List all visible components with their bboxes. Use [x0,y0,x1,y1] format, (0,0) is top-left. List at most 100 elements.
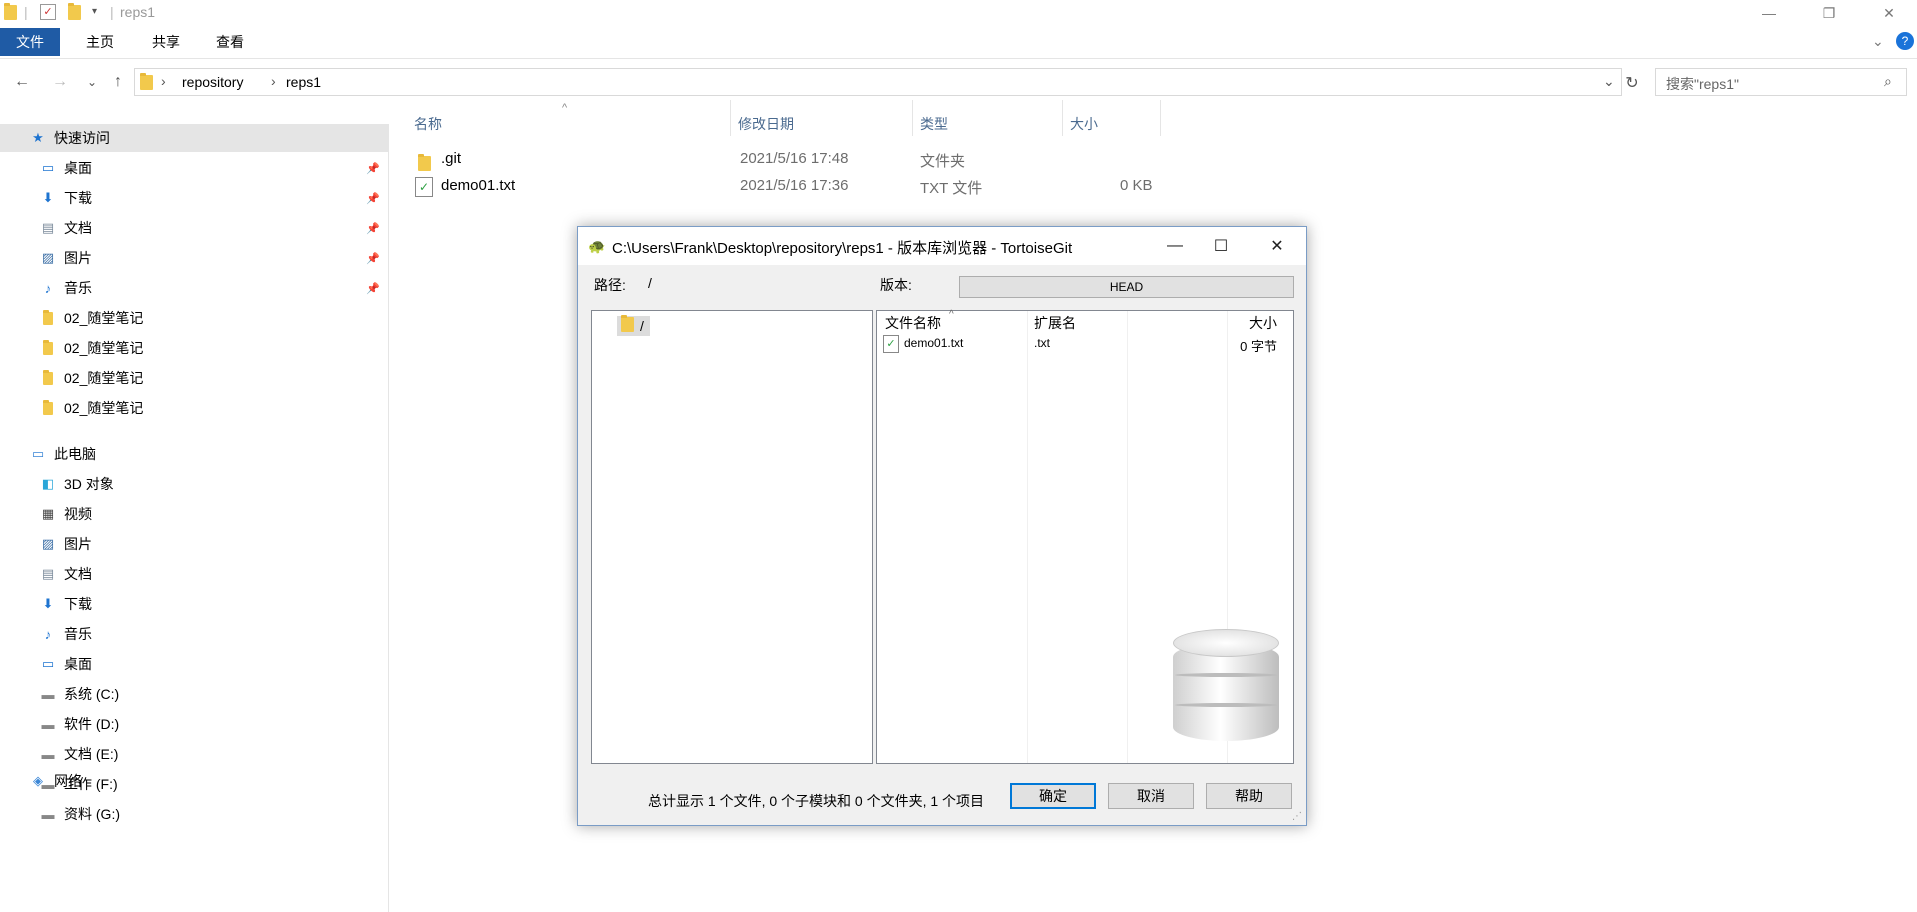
sidebar-item[interactable]: ▤ 文档 📌 [0,214,388,242]
file-list-pane[interactable]: 文件名称 ^ 扩展名 大小 ✓ demo01.txt .txt 0 字节 [876,309,1294,764]
sidebar-item[interactable]: ▬ 文档 (E:) [0,740,388,768]
dialog-maximize-button[interactable]: ☐ [1198,231,1244,261]
column-separator[interactable] [1160,100,1161,136]
sidebar-item[interactable]: ♪ 音乐 [0,620,388,648]
sidebar-item[interactable]: ▨ 图片 📌 [0,244,388,272]
sidebar-item-network[interactable]: ◈ 网络 [0,767,388,795]
help-icon[interactable]: ? [1896,32,1914,50]
column-header-name[interactable]: 名称 [414,112,442,136]
sidebar-item[interactable]: 02_随堂笔记 [0,304,388,332]
folder-icon [40,309,56,326]
pin-icon[interactable]: 📌 [366,282,380,295]
forward-button[interactable]: → [48,70,72,94]
new-folder-icon[interactable] [68,3,81,23]
breadcrumb-separator: › [271,73,276,89]
sidebar-item-this-pc[interactable]: ▭ 此电脑 [0,440,388,468]
expand-ribbon-icon[interactable]: ⌄ [1872,33,1884,50]
sidebar-item[interactable]: ▬ 资料 (G:) [0,800,388,828]
restore-button[interactable]: ❐ [1806,0,1852,26]
list-file-ext: .txt [1034,336,1051,350]
column-separator[interactable] [1062,100,1063,136]
sidebar-item-label: 下载 [64,596,92,612]
tab-share[interactable]: 共享 [136,28,196,56]
title-bar: | ✓ ▾ | reps1 — ❐ ✕ [0,0,1917,26]
sidebar-item[interactable]: ◧ 3D 对象 [0,470,388,498]
repo-browser-dialog: 🐢 C:\Users\Frank\Desktop\repository\reps… [577,226,1307,826]
ok-button[interactable]: 确定 [1010,783,1096,809]
file-row[interactable]: ✓ demo01.txt 2021/5/16 17:36 TXT 文件 0 KB [400,173,1160,199]
sidebar-item-quick-access[interactable]: ★ 快速访问 [0,124,388,152]
sidebar-item[interactable]: 02_随堂笔记 [0,394,388,422]
column-separator [1127,311,1128,763]
recent-locations-button[interactable]: ⌄ [80,70,104,94]
refresh-button[interactable]: ↻ [1620,71,1644,95]
sidebar-item[interactable]: 02_随堂笔记 [0,334,388,362]
sidebar-item-label: 02_随堂笔记 [64,340,144,356]
column-separator[interactable] [912,100,913,136]
file-row[interactable]: .git 2021/5/16 17:48 文件夹 [400,146,1160,172]
minimize-button[interactable]: — [1746,0,1792,26]
pin-icon[interactable]: 📌 [366,192,380,205]
tab-home[interactable]: 主页 [70,28,130,56]
sidebar-item[interactable]: ▭ 桌面 📌 [0,154,388,182]
help-button[interactable]: 帮助 [1206,783,1292,809]
resize-grip-icon[interactable]: ⋰ [1292,811,1302,822]
sidebar-item[interactable]: 02_随堂笔记 [0,364,388,392]
pin-icon[interactable]: 📌 [366,222,380,235]
star-icon: ★ [32,130,44,145]
path-value: / [648,275,652,291]
sidebar-item-label: 3D 对象 [64,476,114,492]
folder-icon [40,339,56,356]
column-header-date[interactable]: 修改日期 [738,112,794,136]
column-separator[interactable] [730,100,731,136]
sidebar-item[interactable]: ▭ 桌面 [0,650,388,678]
dialog-title: C:\Users\Frank\Desktop\repository\reps1 … [612,240,1073,257]
file-type: TXT 文件 [920,180,983,197]
sidebar-item-label: 文档 (E:) [64,746,119,762]
tab-view[interactable]: 查看 [200,28,260,56]
column-header-size[interactable]: 大小 [1070,112,1098,136]
pin-icon[interactable]: 📌 [366,252,380,265]
3d-objects-icon: ◧ [41,476,55,491]
close-button[interactable]: ✕ [1866,0,1912,26]
pictures-icon: ▨ [41,250,55,265]
sidebar-item[interactable]: ▬ 软件 (D:) [0,710,388,738]
tree-pane[interactable]: / [591,310,873,764]
up-button[interactable]: ↑ [106,70,130,94]
sidebar-item[interactable]: ♪ 音乐 📌 [0,274,388,302]
column-header-extension[interactable]: 扩展名 [1034,313,1076,333]
column-header-type[interactable]: 类型 [920,112,948,136]
search-icon[interactable]: ⌕ [1884,73,1892,90]
divider: | [110,4,114,20]
search-input[interactable]: 搜索"reps1" ⌕ [1655,68,1907,96]
back-button[interactable]: ← [10,70,34,94]
cancel-button[interactable]: 取消 [1108,783,1194,809]
list-row[interactable]: ✓ demo01.txt .txt 0 字节 [877,335,1293,355]
dialog-close-button[interactable]: ✕ [1254,231,1300,261]
sidebar-item[interactable]: ▨ 图片 [0,530,388,558]
version-button[interactable]: HEAD [959,276,1294,298]
properties-check-icon[interactable]: ✓ [40,4,56,20]
version-label: 版本: [880,277,912,293]
sidebar-item[interactable]: ▦ 视频 [0,500,388,528]
file-size: 0 KB [1120,177,1153,194]
column-header-size[interactable]: 大小 [1193,313,1277,333]
file-name: demo01.txt [441,177,516,194]
sidebar-item-label: 软件 (D:) [64,716,120,732]
tree-item-root[interactable]: / [617,315,650,336]
column-header-filename[interactable]: 文件名称 [885,313,941,333]
sidebar-item[interactable]: ⬇ 下载 📌 [0,184,388,212]
breadcrumb-repository[interactable]: repository [182,74,243,90]
sidebar-item[interactable]: ▤ 文档 [0,560,388,588]
address-bar[interactable]: › repository › reps1 ⌄ [134,68,1622,96]
address-dropdown-button[interactable]: ⌄ [1603,73,1615,90]
search-placeholder: 搜索"reps1" [1666,76,1739,92]
breadcrumb-reps1[interactable]: reps1 [286,74,321,90]
tab-file[interactable]: 文件 [0,28,60,56]
sort-ascending-icon: ^ [949,309,954,320]
dialog-minimize-button[interactable]: — [1152,231,1198,261]
pin-icon[interactable]: 📌 [366,162,380,175]
sidebar-item[interactable]: ⬇ 下载 [0,590,388,618]
customize-toolbar-icon[interactable]: ▾ [92,6,97,17]
sidebar-item[interactable]: ▬ 系统 (C:) [0,680,388,708]
